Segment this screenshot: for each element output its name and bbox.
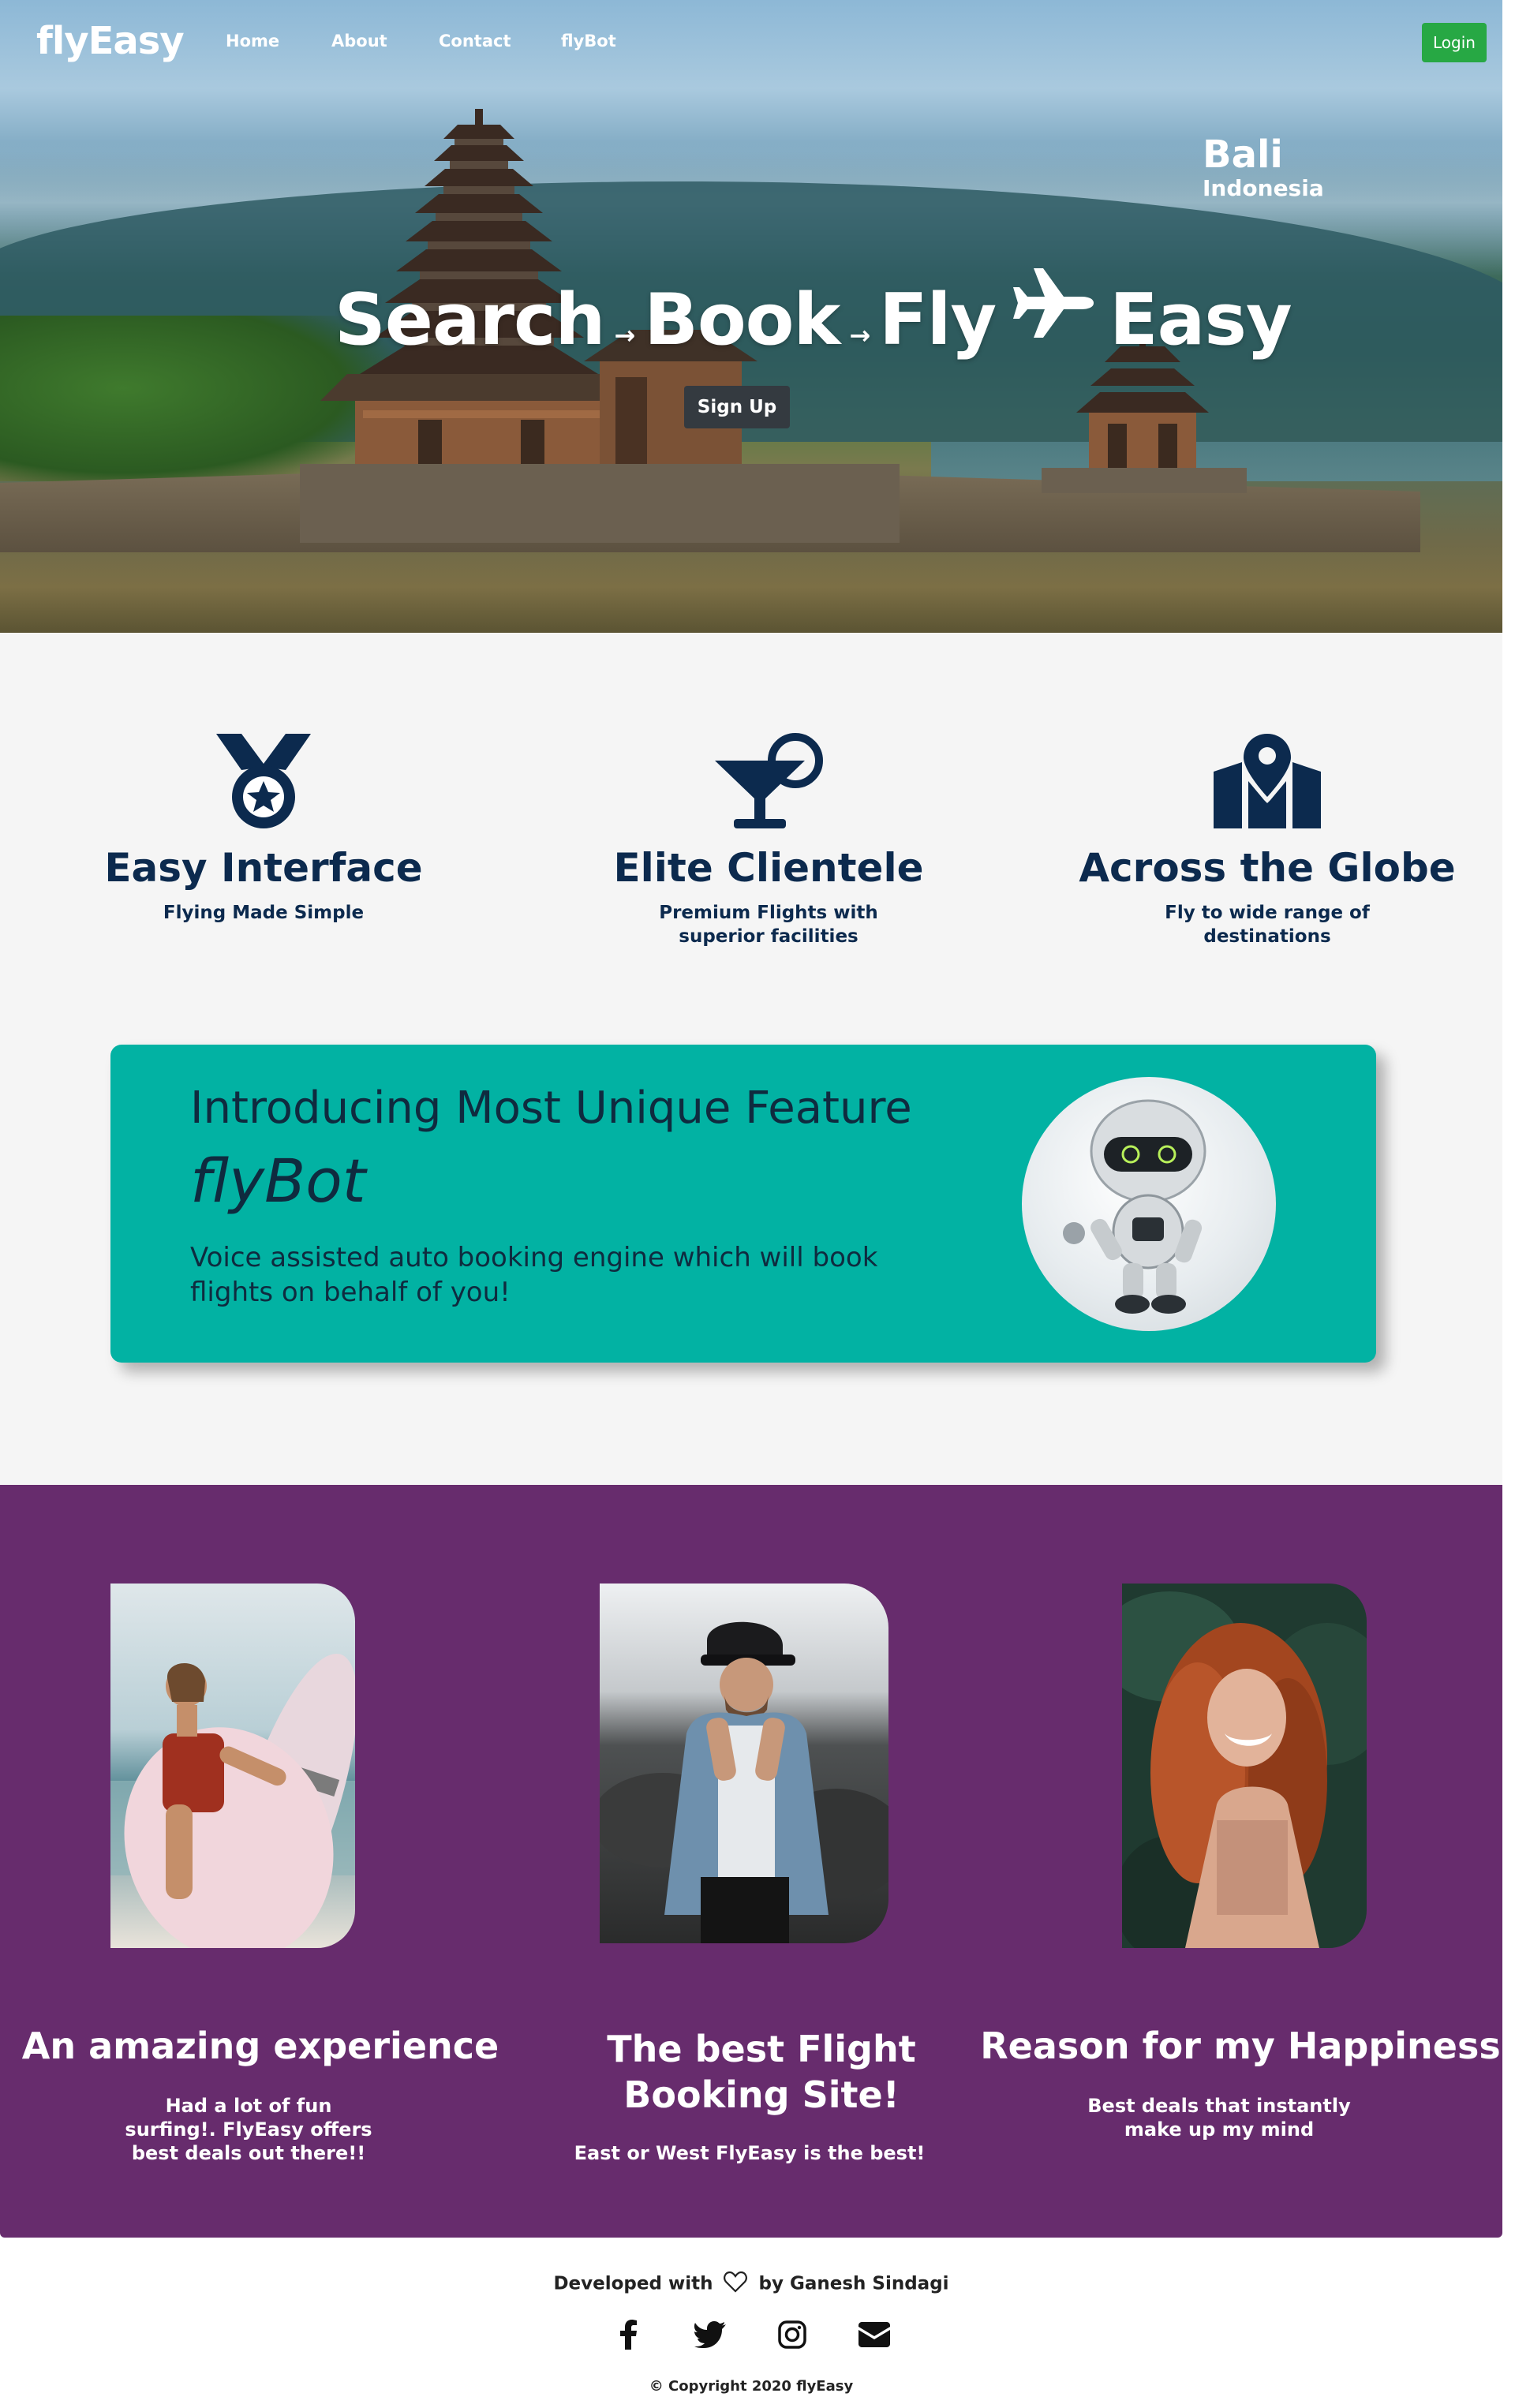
feature-description: Flying Made Simple [163, 903, 365, 923]
nav-link-about[interactable]: About [331, 32, 387, 50]
testimonial-title: Reason for my Happiness [980, 2025, 1501, 2067]
social-links [0, 2318, 1502, 2351]
feature-description: Fly to wide range of destinations [1165, 903, 1370, 947]
feature-title: Across the Globe [1079, 845, 1456, 891]
woman-surfboard-photo [110, 1584, 355, 1948]
feature-title: Easy Interface [104, 845, 423, 891]
red-hair-woman-photo [1122, 1584, 1367, 1948]
features-section: Easy Interface Flying Made Simple Elite … [0, 633, 1502, 1485]
headline-fly: Fly [879, 279, 997, 361]
nav-link-home[interactable]: Home [226, 32, 279, 50]
feature-card-easy-interface: Easy Interface Flying Made Simple [43, 727, 484, 925]
top-navbar: flyEasy Home About Contact flyBot Login [0, 0, 1502, 87]
arrow-right-icon: → [849, 320, 870, 350]
heart-icon [724, 2271, 748, 2298]
page-right-margin [1502, 0, 1515, 2408]
credit-prefix: Developed with [553, 2273, 713, 2294]
developer-credit: Developed with by Ganesh Sindagi [0, 2271, 1502, 2298]
brand-logo[interactable]: flyEasy [36, 19, 185, 63]
feature-title: Elite Clientele [613, 845, 924, 891]
testimonial-text: East or West FlyEasy is the best! [574, 2142, 926, 2164]
man-denim-jacket-photo [600, 1584, 888, 1943]
feature-card-elite-clientele: Elite Clientele Premium Flights with sup… [548, 727, 989, 948]
arrow-right-icon: → [614, 320, 635, 350]
envelope-icon[interactable] [858, 2318, 891, 2351]
hero-banner: flyEasy Home About Contact flyBot Login … [0, 0, 1502, 633]
hero-headline: Search → Book → Fly Easy [335, 268, 1292, 361]
flybot-name: flyBot [190, 1146, 366, 1216]
testimonials-section: An amazing experience Had a lot of fun s… [0, 1485, 1502, 2238]
feature-description: Premium Flights with superior facilities [659, 903, 878, 947]
login-button[interactable]: Login [1422, 23, 1487, 62]
facebook-icon[interactable] [612, 2318, 645, 2351]
nav-link-flybot[interactable]: flyBot [561, 32, 616, 50]
instagram-icon[interactable] [776, 2318, 809, 2351]
location-country: Indonesia [1203, 175, 1324, 201]
testimonial-text: Best deals that instantly make up my min… [1087, 2095, 1351, 2141]
airplane-icon [1012, 267, 1097, 357]
location-label: Bali Indonesia [1203, 133, 1324, 200]
nav-link-contact[interactable]: Contact [439, 32, 511, 50]
testimonial-title: The best Flight Booking Site! [607, 2028, 916, 2116]
testimonial-text: Had a lot of fun surfing!. FlyEasy offer… [125, 2095, 372, 2164]
flybot-intro: Introducing Most Unique Feature [190, 1082, 912, 1134]
map-pin-icon [1046, 727, 1488, 830]
credit-suffix: by Ganesh Sindagi [758, 2273, 949, 2294]
medal-star-icon [43, 727, 484, 830]
testimonial-title: An amazing experience [21, 2025, 499, 2067]
flybot-feature-card[interactable]: Introducing Most Unique Feature flyBot V… [110, 1045, 1376, 1363]
twitter-icon[interactable] [694, 2318, 727, 2351]
page-footer: Developed with by Ganesh Sindagi © Copyr… [0, 2238, 1502, 2408]
headline-search: Search [335, 279, 605, 361]
cocktail-glass-icon [548, 727, 989, 830]
headline-book: Book [644, 279, 840, 361]
flybot-description: Voice assisted auto booking engine which… [190, 1242, 878, 1308]
headline-easy: Easy [1109, 279, 1292, 361]
signup-button[interactable]: Sign Up [684, 386, 790, 428]
feature-card-across-globe: Across the Globe Fly to wide range of de… [1046, 727, 1488, 948]
location-city: Bali [1203, 133, 1283, 177]
robot-image [1022, 1077, 1276, 1331]
copyright-text: © Copyright 2020 flyEasy [649, 2378, 854, 2395]
